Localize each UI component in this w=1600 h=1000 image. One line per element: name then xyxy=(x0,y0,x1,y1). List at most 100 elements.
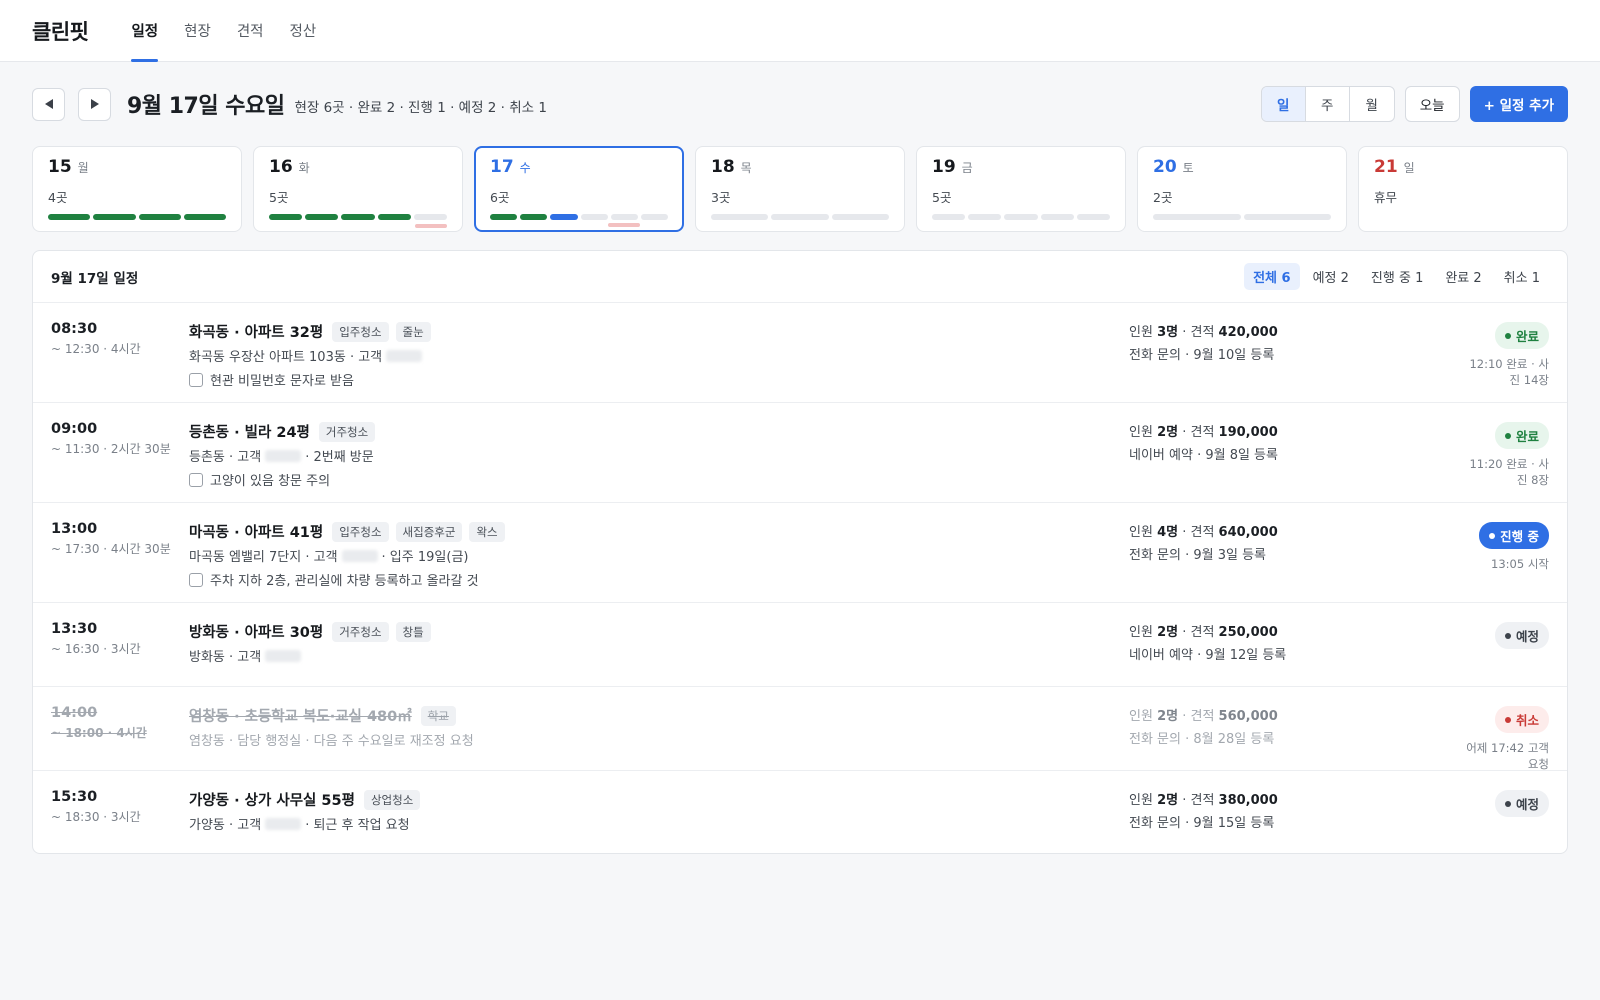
day-weekday: 일 xyxy=(1403,161,1415,175)
staff-label: 인원 xyxy=(1129,625,1153,640)
schedule-row[interactable]: 09:00 ~ 11:30 · 2시간 30분 등촌동 · 빌라 24평 거주청소 등촌… xyxy=(33,403,1567,503)
tab-quotes[interactable]: 견적 xyxy=(224,0,277,61)
job-source: 전화 문의 · 9월 3일 등록 xyxy=(1129,548,1267,563)
status-badge[interactable]: 완료 xyxy=(1494,322,1549,349)
day-card-header: 16 화 xyxy=(269,157,447,177)
day-weekday: 수 xyxy=(519,161,531,175)
job-title[interactable]: 가양동 · 상가 사무실 55평 xyxy=(189,789,355,810)
day-card[interactable]: 16 화 5곳 xyxy=(253,146,463,232)
quote-amount: 380,000 xyxy=(1218,793,1278,808)
job-description: 화곡동 우장산 아파트 103동 · 고객 xyxy=(189,346,1129,365)
day-site-count: 5곳 xyxy=(932,190,952,205)
date-toolbar: 9월 17일 수요일 현장 6곳 · 완료 2 · 진행 1 · 예정 2 · … xyxy=(0,62,1600,146)
progress-segment-empty xyxy=(1076,214,1111,220)
staff-count: 4명 xyxy=(1157,525,1179,540)
today-button[interactable]: 오늘 xyxy=(1404,86,1460,122)
staff-label: 인원 xyxy=(1129,709,1153,724)
main-tabs: 일정 현장 견적 정산 xyxy=(118,0,330,62)
status-dot-icon xyxy=(1504,800,1511,807)
day-card[interactable]: 18 목 3곳 xyxy=(695,146,905,232)
schedule-row[interactable]: 13:30 ~ 16:30 · 3시간 방화동 · 아파트 30평 거주청소 창틀 방화동… xyxy=(33,603,1567,687)
job-title[interactable]: 화곡동 · 아파트 32평 xyxy=(189,321,323,342)
quote-label: 견적 xyxy=(1190,525,1215,540)
day-site-count: 4곳 xyxy=(48,190,68,205)
note-checkbox[interactable] xyxy=(189,372,203,387)
service-tag: 줄눈 xyxy=(395,321,431,342)
note-checkbox[interactable] xyxy=(189,472,203,487)
next-day-button[interactable] xyxy=(78,87,111,121)
schedule-row[interactable]: 14:00 ~ 18:00 · 4시간 염창동 · 초등학교 복도·교실 480㎡ 학… xyxy=(33,687,1567,771)
note-text: 주차 지하 2층, 관리실에 차량 등록하고 올라갈 것 xyxy=(210,574,479,589)
quote-amount: 420,000 xyxy=(1218,325,1278,340)
job-source: 전화 문의 · 8월 28일 등록 xyxy=(1129,732,1275,747)
progress-segment-done xyxy=(490,214,518,220)
status-badge[interactable]: 예정 xyxy=(1494,790,1549,817)
job-start-time: 09:00 xyxy=(51,421,98,437)
chevron-right-icon xyxy=(90,99,99,109)
status-badge[interactable]: 완료 xyxy=(1494,422,1549,449)
day-progress-bars xyxy=(490,214,669,220)
note-checkbox[interactable] xyxy=(189,572,203,587)
job-title[interactable]: 염창동 · 초등학교 복도·교실 480㎡ xyxy=(189,705,412,726)
schedule-row[interactable]: 08:30 ~ 12:30 · 4시간 화곡동 · 아파트 32평 입주청소 줄눈 화곡동… xyxy=(33,303,1567,403)
add-schedule-button[interactable]: + 일정 추가 xyxy=(1469,86,1568,122)
schedule-panel-header: 9월 17일 일정 전체 6 예정 2 진행 중 1 완료 2 취소 1 xyxy=(33,251,1567,303)
job-title[interactable]: 마곡동 · 아파트 41평 xyxy=(189,521,323,542)
day-card-header: 15 월 xyxy=(48,157,226,177)
day-card[interactable]: 17 수 6곳 xyxy=(474,146,684,232)
status-dot-icon xyxy=(1489,532,1496,539)
customer-name-redacted xyxy=(265,449,302,462)
filter-cancelled[interactable]: 취소 1 xyxy=(1495,263,1549,290)
progress-segment-done xyxy=(93,214,136,220)
day-card[interactable]: 15 월 4곳 xyxy=(32,146,242,232)
service-tag: 입주청소 xyxy=(332,321,389,342)
day-progress-bars xyxy=(269,214,448,220)
job-source: 전화 문의 · 9월 10일 등록 xyxy=(1129,348,1275,363)
job-duration: ~ 12:30 · 4시간 xyxy=(51,342,141,356)
quote-label: 견적 xyxy=(1190,709,1215,724)
day-card[interactable]: 21 일 휴무 xyxy=(1358,146,1568,232)
view-month-button[interactable]: 월 xyxy=(1350,87,1394,121)
job-location: 마곡동 엠밸리 7단지 · 고객 xyxy=(189,550,338,565)
progress-segment-empty xyxy=(711,214,769,220)
job-title[interactable]: 등촌동 · 빌라 24평 xyxy=(189,421,310,442)
job-staff-quote: 인원 2명 · 견적 380,000 xyxy=(1129,793,1278,808)
job-staff-quote: 인원 4명 · 견적 640,000 xyxy=(1129,525,1278,540)
filter-in-progress[interactable]: 진행 중 1 xyxy=(1362,263,1432,290)
tab-settlement[interactable]: 정산 xyxy=(277,0,330,61)
job-title[interactable]: 방화동 · 아파트 30평 xyxy=(189,621,323,642)
status-badge[interactable]: 취소 xyxy=(1494,706,1549,733)
job-description: 마곡동 엠밸리 7단지 · 고객 · 입주 19일(금) xyxy=(189,546,1129,565)
service-tag: 창틀 xyxy=(395,621,431,642)
schedule-row[interactable]: 15:30 ~ 18:30 · 3시간 가양동 · 상가 사무실 55평 상업청소 가양… xyxy=(33,771,1567,853)
view-week-button[interactable]: 주 xyxy=(1306,87,1350,121)
job-start-time: 14:00 xyxy=(51,705,98,721)
status-label: 진행 중 xyxy=(1500,529,1539,544)
job-staff-quote: 인원 3명 · 견적 420,000 xyxy=(1129,325,1278,340)
filter-done[interactable]: 완료 2 xyxy=(1436,263,1490,290)
service-tag: 거주청소 xyxy=(318,421,376,442)
staff-count: 3명 xyxy=(1157,325,1179,340)
schedule-panel-title: 9월 17일 일정 xyxy=(51,270,139,287)
job-location: 등촌동 · 고객 xyxy=(189,450,262,465)
prev-day-button[interactable] xyxy=(32,87,65,121)
job-details: 염창동 · 초등학교 복도·교실 480㎡ 학교 염창동 · 담당 행정실 · 다음… xyxy=(189,705,1129,770)
service-tag: 거주청소 xyxy=(332,621,389,642)
status-badge[interactable]: 예정 xyxy=(1494,622,1549,649)
job-title-line: 화곡동 · 아파트 32평 입주청소 줄눈 xyxy=(189,321,1129,342)
status-badge[interactable]: 진행 중 xyxy=(1479,522,1549,549)
brand-logo[interactable]: 클린핏 xyxy=(32,0,89,61)
status-filters: 전체 6 예정 2 진행 중 1 완료 2 취소 1 xyxy=(1244,263,1549,290)
job-details: 방화동 · 아파트 30평 거주청소 창틀 방화동 · 고객 xyxy=(189,621,1129,686)
filter-all[interactable]: 전체 6 xyxy=(1244,263,1300,290)
tab-sites[interactable]: 현장 xyxy=(171,0,224,61)
view-day-button[interactable]: 일 xyxy=(1261,87,1306,121)
staff-label: 인원 xyxy=(1129,425,1153,440)
day-card[interactable]: 19 금 5곳 xyxy=(916,146,1126,232)
job-description: 가양동 · 고객 · 퇴근 후 작업 요청 xyxy=(189,814,1129,833)
schedule-row[interactable]: 13:00 ~ 17:30 · 4시간 30분 마곡동 · 아파트 41평 입주청소 새… xyxy=(33,503,1567,603)
status-label: 완료 xyxy=(1515,429,1539,444)
day-card[interactable]: 20 토 2곳 xyxy=(1137,146,1347,232)
tab-schedule[interactable]: 일정 xyxy=(118,0,171,62)
filter-planned[interactable]: 예정 2 xyxy=(1304,263,1358,290)
